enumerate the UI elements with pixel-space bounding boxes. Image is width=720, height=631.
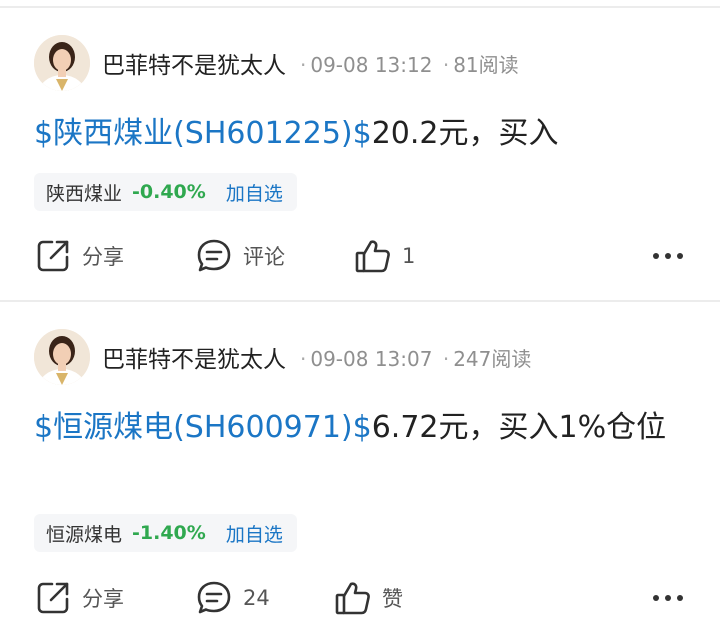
like-button[interactable]: 1 bbox=[354, 234, 415, 278]
action-bar: 分享 24 赞 bbox=[0, 576, 720, 620]
stock-card[interactable]: 陕西煤业 -0.40% 加自选 bbox=[34, 173, 297, 211]
author-name[interactable]: 巴菲特不是犹太人 bbox=[102, 46, 286, 80]
add-watchlist-button[interactable]: 加自选 bbox=[226, 520, 283, 547]
post-time: 09-08 13:07 bbox=[310, 346, 433, 371]
comment-count: 24 bbox=[243, 586, 270, 610]
comment-label: 评论 bbox=[243, 245, 285, 269]
thumbs-up-icon bbox=[355, 240, 390, 273]
thumbs-up-icon bbox=[335, 582, 370, 615]
more-button[interactable] bbox=[652, 576, 684, 620]
post-text: 20.2元，买入 bbox=[371, 116, 559, 151]
like-count: 1 bbox=[402, 244, 416, 268]
share-label: 分享 bbox=[82, 587, 124, 611]
share-button[interactable]: 分享 bbox=[34, 234, 124, 278]
stock-name: 恒源煤电 bbox=[46, 523, 123, 546]
post-meta: · 09-08 13:07 · 247阅读 bbox=[300, 346, 532, 371]
like-label: 赞 bbox=[382, 587, 403, 611]
share-label: 分享 bbox=[82, 245, 124, 269]
stock-change: -0.40% bbox=[132, 181, 206, 203]
post-time: 09-08 13:12 bbox=[310, 52, 433, 77]
stock-card[interactable]: 恒源煤电 -1.40% 加自选 bbox=[34, 514, 297, 552]
more-icon bbox=[653, 595, 683, 601]
avatar[interactable] bbox=[34, 35, 90, 91]
post-text: 6.72元，买入1%仓位 bbox=[371, 410, 667, 445]
share-icon bbox=[37, 582, 69, 614]
more-button[interactable] bbox=[652, 234, 684, 278]
stock-name: 陕西煤业 bbox=[46, 182, 123, 205]
post-content[interactable]: $陕西煤业(SH601225)$20.2元，买入 bbox=[34, 111, 684, 157]
like-button[interactable]: 赞 bbox=[334, 576, 403, 620]
author-row: 巴菲特不是犹太人 · 09-08 13:12 · 81阅读 bbox=[34, 33, 519, 93]
post-card[interactable]: 巴菲特不是犹太人 · 09-08 13:07 · 247阅读 $恒源煤电(SH600… bbox=[0, 302, 720, 631]
avatar[interactable] bbox=[34, 329, 90, 385]
stock-link[interactable]: $恒源煤电(SH600971)$ bbox=[34, 410, 372, 445]
action-bar: 分享 评论 1 bbox=[0, 234, 720, 278]
stock-link[interactable]: $陕西煤业(SH601225)$ bbox=[34, 116, 372, 151]
comment-icon bbox=[197, 239, 231, 272]
stock-change: -1.40% bbox=[132, 522, 206, 544]
post-content[interactable]: $恒源煤电(SH600971)$6.72元，买入1%仓位 bbox=[34, 405, 684, 451]
comment-icon bbox=[197, 581, 231, 614]
comment-button[interactable]: 24 bbox=[195, 576, 270, 620]
author-name[interactable]: 巴菲特不是犹太人 bbox=[102, 340, 286, 374]
comment-button[interactable]: 评论 bbox=[195, 234, 285, 278]
post-meta: · 09-08 13:12 · 81阅读 bbox=[300, 52, 519, 77]
post-card[interactable]: 巴菲特不是犹太人 · 09-08 13:12 · 81阅读 $陕西煤业(SH6012… bbox=[0, 8, 720, 300]
more-icon bbox=[653, 253, 683, 259]
read-count: 247阅读 bbox=[453, 346, 532, 371]
read-count: 81阅读 bbox=[453, 52, 519, 77]
share-icon bbox=[37, 240, 69, 272]
author-row: 巴菲特不是犹太人 · 09-08 13:07 · 247阅读 bbox=[34, 327, 531, 387]
add-watchlist-button[interactable]: 加自选 bbox=[226, 179, 283, 206]
share-button[interactable]: 分享 bbox=[34, 576, 124, 620]
